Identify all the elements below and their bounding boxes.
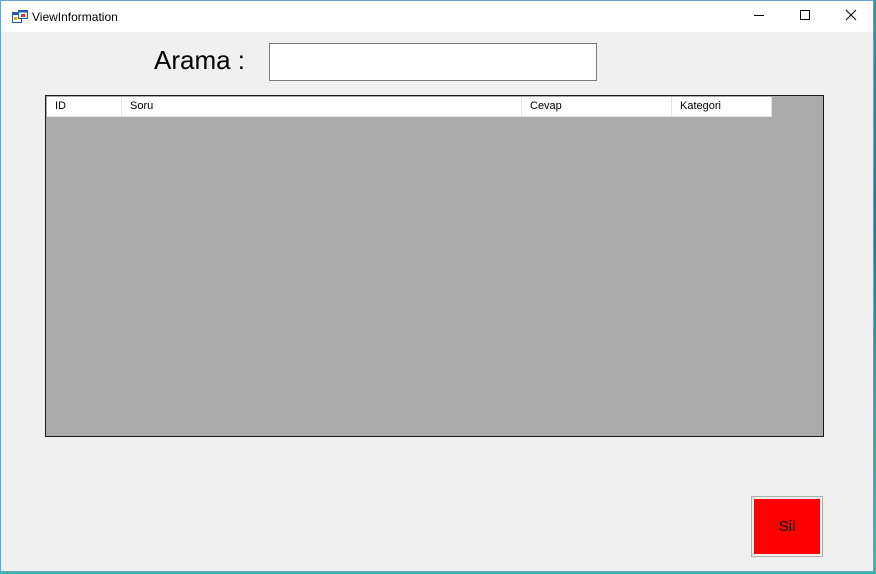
app-window: ViewInformation Arama : ID Soru Cevap Ka… (0, 0, 874, 572)
delete-button[interactable]: Sil (751, 496, 823, 557)
column-header-soru[interactable]: Soru (122, 97, 522, 117)
form-client-area: Arama : ID Soru Cevap Kategori Sil (1, 32, 873, 571)
form-app-icon (12, 10, 28, 24)
maximize-button[interactable] (782, 1, 828, 32)
column-header-cevap[interactable]: Cevap (522, 97, 672, 117)
window-title: ViewInformation (32, 10, 118, 24)
delete-button-face: Sil (754, 499, 820, 554)
search-label: Arama : (154, 45, 246, 75)
grid-header: ID Soru Cevap Kategori (47, 97, 772, 117)
data-grid[interactable]: ID Soru Cevap Kategori (45, 95, 824, 437)
column-header-kategori[interactable]: Kategori (672, 97, 772, 117)
close-button[interactable] (828, 1, 874, 32)
title-bar[interactable]: ViewInformation (1, 1, 873, 32)
minimize-button[interactable] (736, 1, 782, 32)
search-input[interactable] (269, 43, 597, 81)
close-icon (845, 8, 857, 26)
delete-button-label: Sil (778, 518, 796, 535)
maximize-icon (799, 8, 811, 26)
minimize-icon (753, 8, 765, 26)
column-header-id[interactable]: ID (47, 97, 122, 117)
